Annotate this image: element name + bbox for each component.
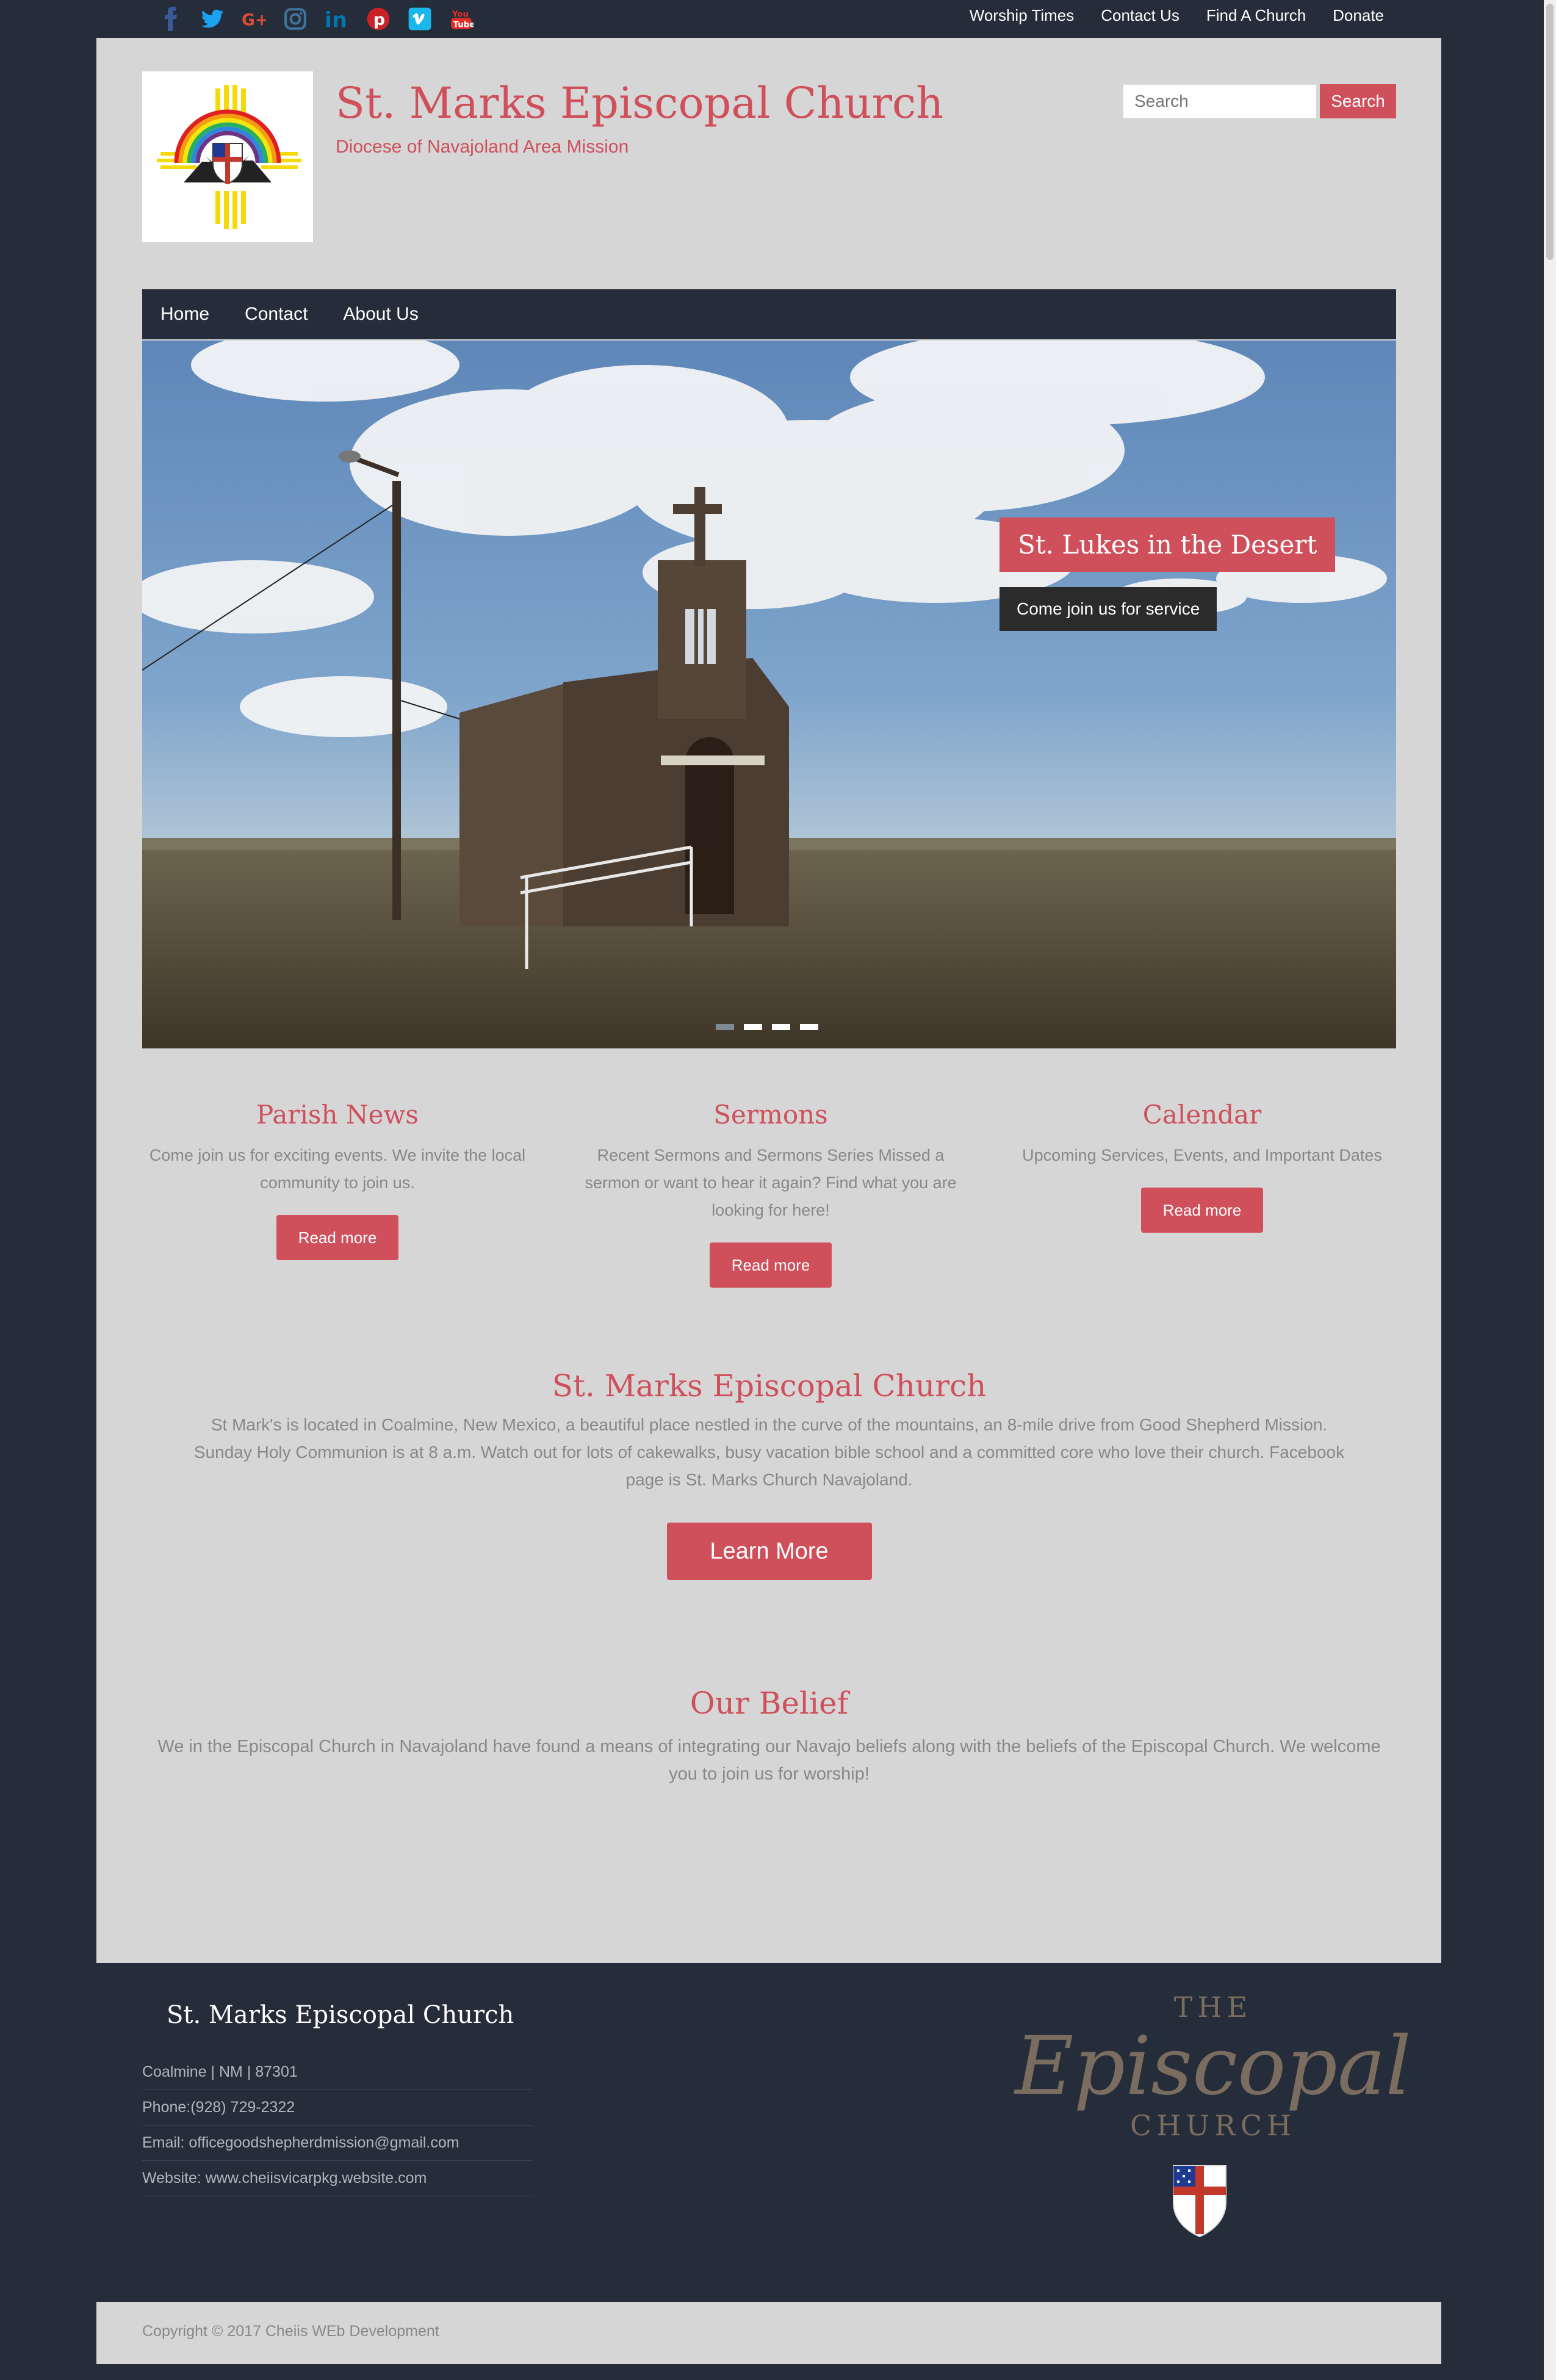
copyright-bar: Copyright © 2017 Cheiis WEb Development — [96, 2302, 1441, 2364]
feature-text: Recent Sermons and Sermons Series Missed… — [585, 1146, 957, 1219]
about-section: St. Marks Episcopal Church St Mark's is … — [142, 1368, 1396, 1580]
youtube-icon[interactable]: You Tube — [441, 4, 482, 34]
instagram-icon[interactable] — [275, 4, 316, 34]
footer-contact-info: Coalmine | NM | 87301 Phone:(928) 729-23… — [142, 2055, 533, 2196]
footer-website: Website: www.cheiisvicarpkg.website.com — [142, 2161, 533, 2196]
slider-dot[interactable] — [744, 1024, 762, 1030]
feature-title: Sermons — [713, 1100, 828, 1130]
site-logo[interactable] — [142, 71, 313, 242]
google-plus-icon[interactable]: G+ — [233, 4, 275, 34]
facebook-icon[interactable] — [150, 4, 192, 34]
read-more-button[interactable]: Read more — [276, 1215, 398, 1260]
feature-text: Come join us for exciting events. We inv… — [149, 1146, 526, 1192]
feature-text: Upcoming Services, Events, and Important… — [1022, 1146, 1382, 1164]
about-text: St Mark's is located in Coalmine, New Me… — [193, 1415, 1345, 1489]
worship-times-link[interactable]: Worship Times — [970, 5, 1074, 26]
feature-parish-news: Parish News Come join us for exciting ev… — [142, 1100, 533, 1260]
footer-phone: Phone:(928) 729-2322 — [142, 2090, 533, 2126]
footer-title: St. Marks Episcopal Church — [167, 2001, 514, 2029]
footer-address: Coalmine | NM | 87301 — [142, 2055, 533, 2090]
belief-text: We in the Episcopal Church in Navajoland… — [157, 1737, 1381, 1784]
nav-item-about-us[interactable]: About Us — [343, 304, 418, 325]
brand-main: Episcopal — [1015, 2019, 1411, 2113]
main-panel: St. Marks Episcopal Church Diocese of Na… — [96, 38, 1441, 1963]
learn-more-button[interactable]: Learn More — [666, 1523, 872, 1580]
slide-title[interactable]: St. Lukes in the Desert — [1000, 517, 1336, 572]
read-more-button[interactable]: Read more — [710, 1242, 832, 1288]
feature-sermons: Sermons Recent Sermons and Sermons Serie… — [575, 1100, 966, 1288]
copyright-text: Copyright © 2017 Cheiis WEb Development — [142, 2323, 439, 2340]
brand-the: THE — [1173, 1991, 1253, 2024]
slider-dot[interactable] — [772, 1024, 790, 1030]
brand-church: CHURCH — [1129, 2109, 1297, 2142]
vimeo-icon[interactable] — [399, 4, 441, 34]
belief-title: Our Belief — [690, 1686, 849, 1721]
top-bar: G+ in p You Tube Worship Times Contact Us… — [0, 0, 1544, 38]
feature-calendar: Calendar Upcoming Services, Events, and … — [1007, 1100, 1397, 1233]
hero-image — [142, 341, 1396, 1048]
social-links: G+ in p You Tube — [150, 4, 482, 34]
footer-email: Email: officegoodshepherdmission@gmail.c… — [142, 2126, 533, 2161]
twitter-icon[interactable] — [192, 4, 233, 34]
belief-section: Our Belief We in the Episcopal Church in… — [142, 1686, 1396, 1788]
search-input[interactable] — [1123, 84, 1317, 118]
scrollbar-thumb[interactable] — [1546, 4, 1554, 260]
feature-title: Calendar — [1142, 1100, 1262, 1130]
hero-slider[interactable] — [142, 341, 1396, 1048]
about-title: St. Marks Episcopal Church — [552, 1368, 987, 1404]
top-links: Worship Times Contact Us Find A Church D… — [970, 5, 1384, 26]
linkedin-icon[interactable]: in — [316, 4, 358, 34]
site-tagline: Diocese of Navajoland Area Mission — [336, 137, 629, 157]
svg-text:in: in — [325, 8, 347, 31]
read-more-button[interactable]: Read more — [1141, 1188, 1263, 1233]
feature-title: Parish News — [256, 1100, 419, 1130]
slider-dot[interactable] — [800, 1024, 818, 1030]
svg-text:G+: G+ — [242, 11, 266, 30]
episcopal-church-logo: THE Episcopal CHURCH — [1012, 1991, 1414, 2142]
footer: St. Marks Episcopal Church Coalmine | NM… — [96, 1963, 1441, 2302]
svg-text:p: p — [373, 10, 385, 29]
find-a-church-link[interactable]: Find A Church — [1206, 5, 1306, 26]
episcopal-shield-icon — [1172, 2165, 1227, 2241]
slider-dots — [716, 1024, 818, 1030]
donate-link[interactable]: Donate — [1333, 5, 1384, 26]
slide-subtitle: Come join us for service — [1000, 587, 1217, 631]
page-scrollbar[interactable] — [1544, 0, 1556, 2380]
nav-item-home[interactable]: Home — [160, 304, 209, 325]
pinterest-icon[interactable]: p — [358, 4, 399, 34]
main-nav: Home Contact About Us — [142, 289, 1396, 339]
contact-us-link[interactable]: Contact Us — [1101, 5, 1180, 26]
nav-item-contact[interactable]: Contact — [245, 304, 308, 325]
svg-text:Tube: Tube — [453, 20, 474, 29]
search-button[interactable]: Search — [1320, 84, 1396, 118]
site-title[interactable]: St. Marks Episcopal Church — [336, 78, 943, 128]
slider-dot[interactable] — [716, 1024, 734, 1030]
